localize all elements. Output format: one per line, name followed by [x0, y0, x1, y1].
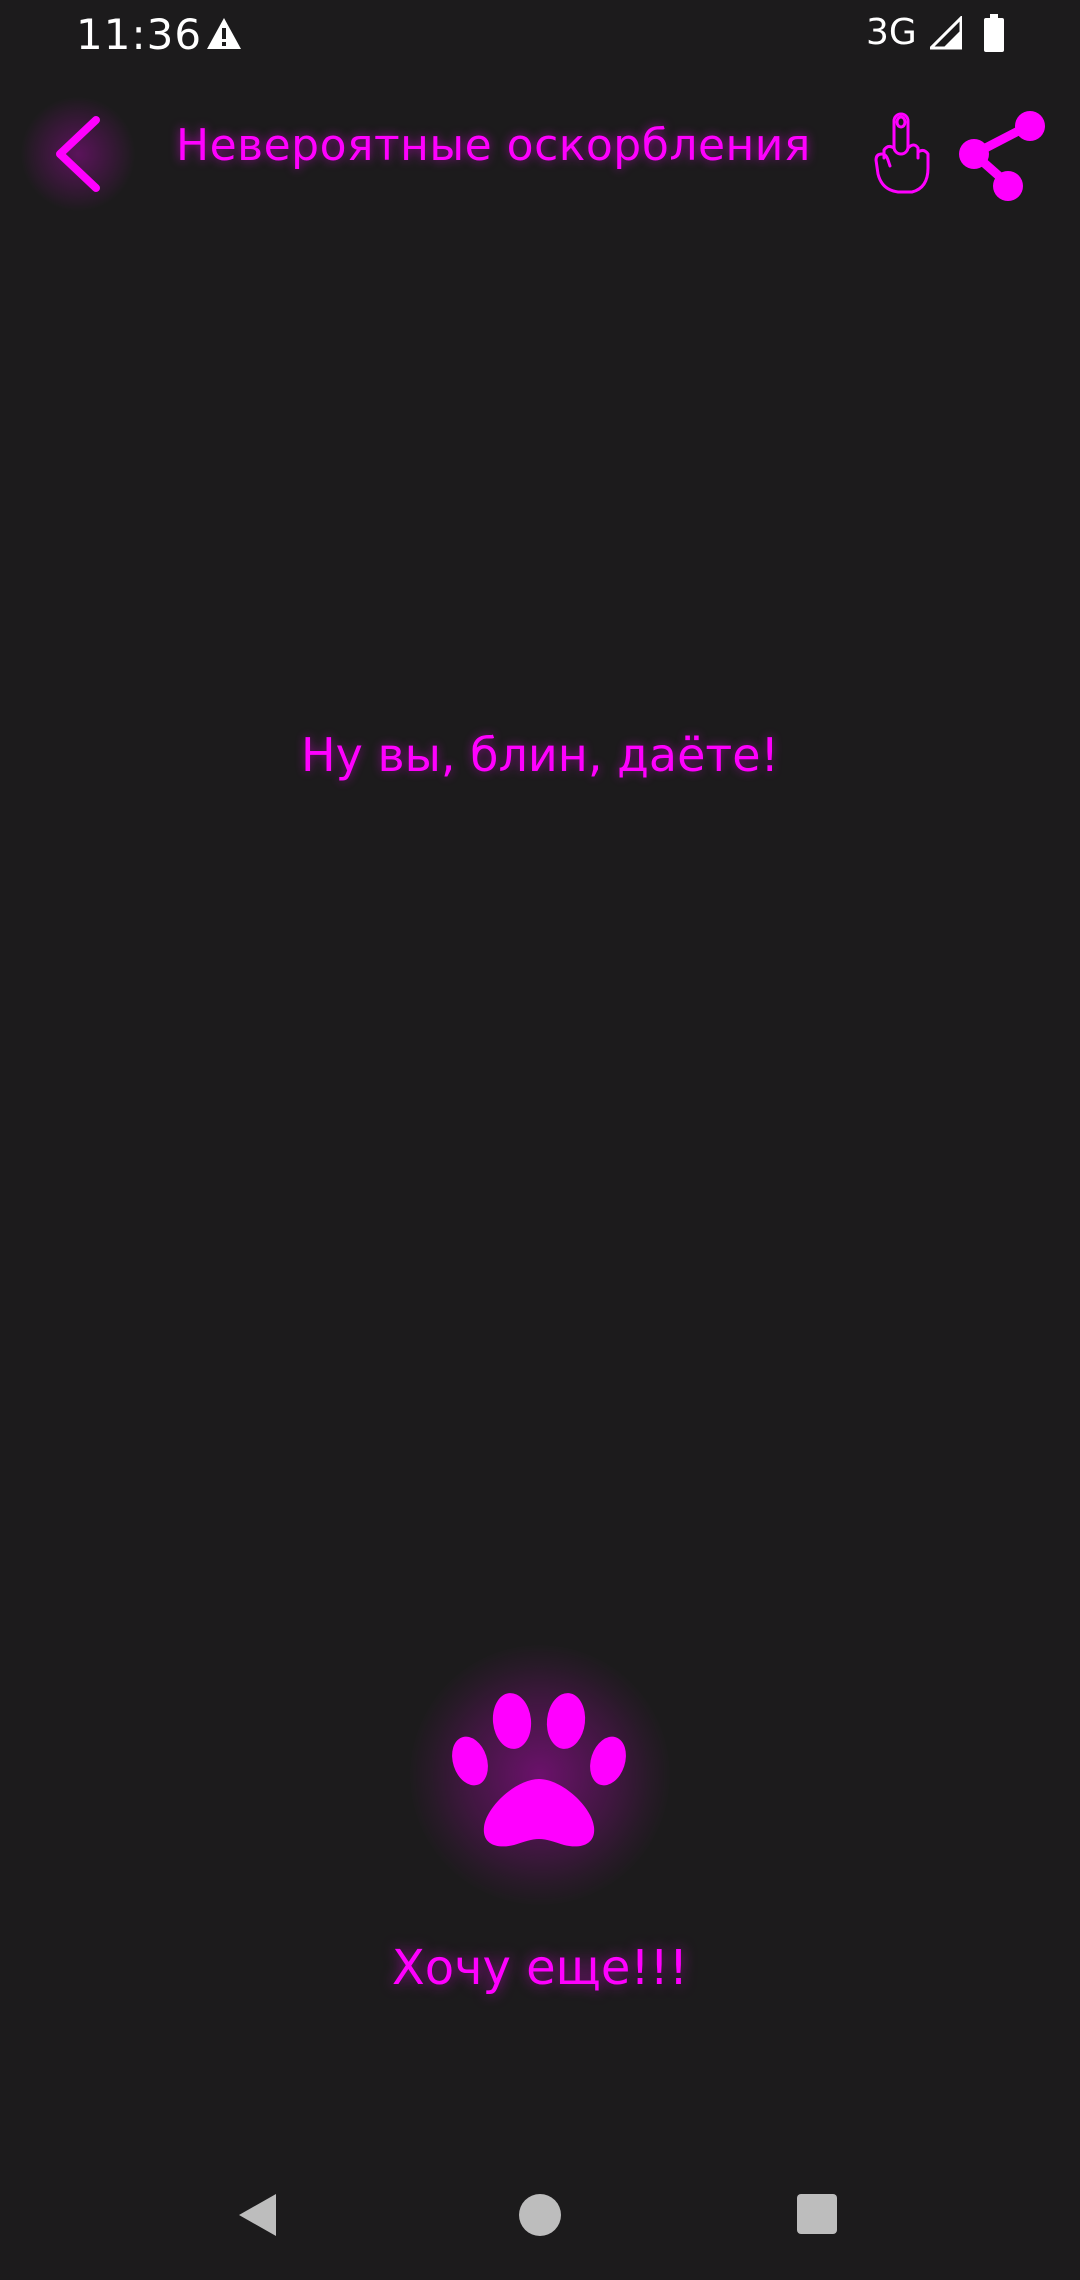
status-time: 11:36 [76, 10, 203, 59]
more-button-label[interactable]: Хочу еще!!! [0, 1940, 1080, 1996]
share-icon [959, 111, 1045, 201]
app-screen: 11:36 3G Невероятные оскорбления Ну вы, … [0, 0, 1080, 2280]
nav-recents-icon[interactable] [797, 2194, 837, 2234]
status-bar: 11:36 3G [0, 0, 1080, 70]
middle-finger-icon [868, 108, 940, 198]
toolbar: Невероятные оскорбления [0, 90, 1080, 220]
warning-icon [205, 16, 243, 52]
paw-button[interactable] [410, 1645, 670, 1905]
nav-back-icon[interactable] [236, 2192, 280, 2238]
page-title: Невероятные оскорбления [176, 120, 811, 171]
nav-home-icon[interactable] [519, 2194, 561, 2236]
network-type: 3G [866, 12, 917, 53]
paw-icon [452, 1693, 626, 1847]
system-nav-bar [0, 2140, 1080, 2280]
chevron-left-icon [56, 116, 100, 192]
signal-icon [927, 14, 963, 50]
share-button[interactable] [950, 104, 1050, 204]
insult-text: Ну вы, блин, даёте! [301, 728, 779, 782]
battery-icon [984, 14, 1004, 52]
back-button[interactable] [20, 96, 136, 212]
